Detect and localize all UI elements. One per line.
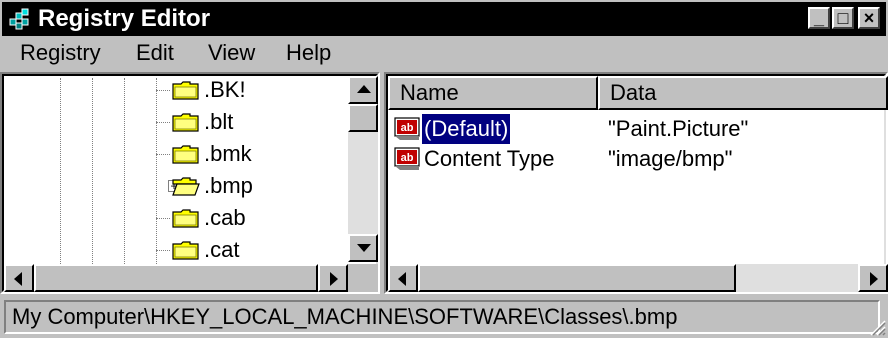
- tree-connector: [156, 122, 170, 123]
- tree-guide-line: [60, 78, 61, 264]
- list-scroll-left-button[interactable]: [388, 264, 418, 292]
- menu-view-label: View: [208, 40, 256, 65]
- tree-guide-line: [124, 78, 125, 264]
- status-bar: My Computer\HKEY_LOCAL_MACHINE\SOFTWARE\…: [0, 298, 888, 338]
- value-data: "image/bmp": [608, 146, 733, 171]
- tree-item-bmp[interactable]: + .bmp: [156, 170, 346, 202]
- tree-item-cab[interactable]: .cab: [156, 202, 346, 234]
- string-value-icon: ab: [394, 117, 420, 140]
- menu-bar: Registry Edit View Help: [2, 38, 886, 68]
- menu-registry[interactable]: Registry: [20, 40, 101, 66]
- tree-scroll-left-button[interactable]: [4, 264, 34, 292]
- folder-icon: [172, 145, 199, 164]
- tree-guide-line: [92, 78, 93, 264]
- column-header-name[interactable]: Name: [388, 76, 598, 110]
- tree-item-blt[interactable]: .blt: [156, 106, 346, 138]
- list-hscroll-thumb[interactable]: [418, 264, 736, 292]
- tree-item-label: .BK!: [204, 77, 246, 102]
- left-arrow-icon: [398, 272, 406, 286]
- tree-scroll-down-button[interactable]: [348, 234, 378, 262]
- list-scroll-right-button[interactable]: [858, 264, 888, 292]
- tree-item-label: .cat: [204, 237, 240, 262]
- menu-help[interactable]: Help: [286, 40, 331, 66]
- right-arrow-icon: [330, 272, 338, 286]
- minimize-button[interactable]: _: [808, 7, 830, 29]
- menu-edit-label: Edit: [136, 40, 174, 65]
- value-row-default[interactable]: ab (Default) "Paint.Picture": [394, 113, 874, 145]
- menu-help-label: Help: [286, 40, 332, 65]
- registry-editor-window: Registry Editor _ □ × Registry Edit View…: [0, 0, 888, 338]
- tree-hscroll-thumb[interactable]: [34, 264, 318, 292]
- up-arrow-icon: [357, 85, 371, 93]
- value-name: (Default): [420, 113, 512, 145]
- column-header-name-label: Name: [400, 80, 459, 105]
- tree-connector: [156, 154, 170, 155]
- tree-item-cat[interactable]: .cat: [156, 234, 346, 266]
- tree-scroll-right-button[interactable]: [318, 264, 348, 292]
- value-name: Content Type: [424, 146, 555, 171]
- tree-connector: [156, 250, 170, 251]
- svg-text:ab: ab: [401, 122, 414, 134]
- title-bar[interactable]: Registry Editor _ □ ×: [2, 2, 886, 36]
- folder-icon: [172, 113, 199, 132]
- value-data: "Paint.Picture": [608, 116, 749, 141]
- tree-item-bk[interactable]: .BK!: [156, 74, 346, 106]
- tree-item-label: .bmk: [204, 141, 252, 166]
- tree-item-label: .bmp: [204, 173, 253, 198]
- window-title: Registry Editor: [38, 5, 211, 32]
- value-row-content-type[interactable]: ab Content Type "image/bmp": [394, 144, 874, 174]
- column-header-data-label: Data: [610, 80, 657, 105]
- tree-item-label: .blt: [204, 109, 234, 134]
- left-arrow-icon: [14, 272, 22, 286]
- scroll-corner: [348, 264, 378, 292]
- string-value-icon: ab: [394, 147, 420, 170]
- menu-edit[interactable]: Edit: [136, 40, 174, 66]
- column-header-data[interactable]: Data: [598, 76, 888, 110]
- tree-item-bmk[interactable]: .bmk: [156, 138, 346, 170]
- down-arrow-icon: [357, 244, 371, 252]
- registry-editor-icon: [9, 8, 29, 30]
- tree-connector: [156, 90, 170, 91]
- tree-item-label: .cab: [204, 205, 246, 230]
- tree-connector: [156, 218, 170, 219]
- close-button[interactable]: ×: [858, 7, 880, 29]
- open-folder-icon: [172, 177, 200, 196]
- folder-icon: [172, 81, 199, 100]
- folder-icon: [172, 209, 199, 228]
- right-arrow-icon: [870, 272, 878, 286]
- values-list-pane[interactable]: Name Data ab (Default) "Paint.Picture" a…: [384, 72, 888, 294]
- status-path: My Computer\HKEY_LOCAL_MACHINE\SOFTWARE\…: [4, 300, 880, 334]
- maximize-button[interactable]: □: [832, 7, 854, 29]
- menu-registry-label: Registry: [20, 40, 101, 65]
- tree-scroll-up-button[interactable]: [348, 76, 378, 104]
- tree-vscroll-thumb[interactable]: [348, 104, 378, 132]
- folder-icon: [172, 241, 199, 260]
- menu-view[interactable]: View: [208, 40, 255, 66]
- key-tree-pane[interactable]: .BK! .blt .bmk + .bmp .cab .cat: [0, 72, 380, 294]
- resize-grip-icon[interactable]: [868, 318, 886, 336]
- svg-text:ab: ab: [401, 152, 414, 164]
